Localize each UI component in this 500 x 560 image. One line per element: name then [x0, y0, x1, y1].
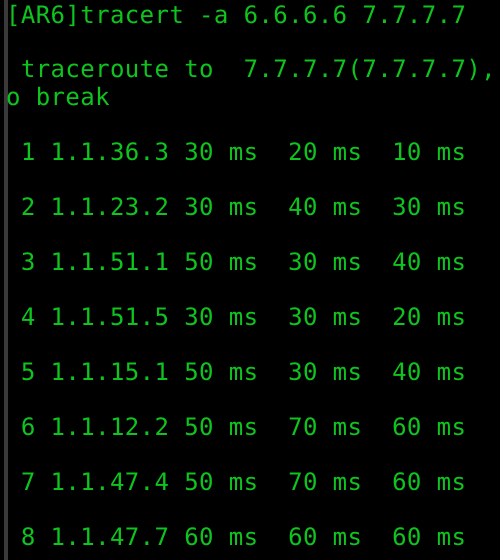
traceroute-hop-row: 2 1.1.23.2 30 ms 40 ms 30 ms	[6, 193, 467, 221]
traceroute-hop-row: 8 1.1.47.7 60 ms 60 ms 60 ms	[6, 523, 467, 551]
traceroute-hop-row: 4 1.1.51.5 30 ms 30 ms 20 ms	[6, 303, 467, 331]
terminal-output-area[interactable]: [AR6]tracert -a 6.6.6.6 7.7.7.7 tracerou…	[0, 0, 500, 560]
traceroute-header-wrap-line: o break	[6, 83, 110, 111]
command-prompt-line: [AR6]tracert -a 6.6.6.6 7.7.7.7	[6, 1, 467, 29]
traceroute-hop-row: 3 1.1.51.1 50 ms 30 ms 40 ms	[6, 248, 467, 276]
traceroute-hop-row: 7 1.1.47.4 50 ms 70 ms 60 ms	[6, 468, 467, 496]
traceroute-hop-row: 1 1.1.36.3 30 ms 20 ms 10 ms	[6, 138, 467, 166]
traceroute-hop-row: 5 1.1.15.1 50 ms 30 ms 40 ms	[6, 358, 467, 386]
traceroute-header-line: traceroute to 7.7.7.7(7.7.7.7), m	[6, 55, 500, 83]
terminal-window[interactable]: [AR6]tracert -a 6.6.6.6 7.7.7.7 tracerou…	[0, 0, 500, 560]
traceroute-hop-row: 6 1.1.12.2 50 ms 70 ms 60 ms	[6, 413, 467, 441]
